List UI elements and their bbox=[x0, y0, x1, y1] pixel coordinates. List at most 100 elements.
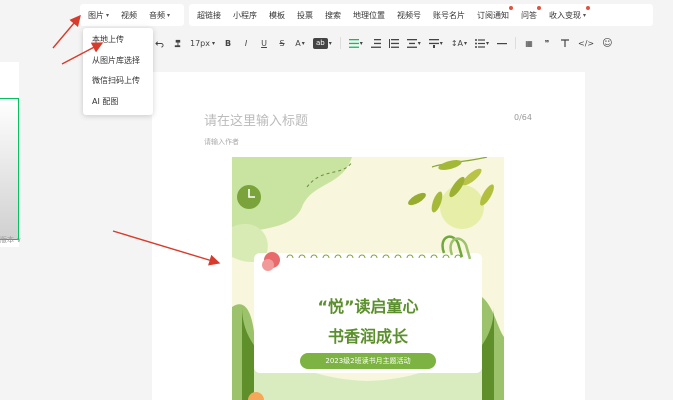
menu-image[interactable]: 图片 ▾ bbox=[82, 10, 115, 21]
background-color-icon: ab bbox=[313, 37, 328, 49]
menu-vote-label: 投票 bbox=[297, 10, 313, 20]
menu-location-label: 地理位置 bbox=[353, 10, 385, 20]
letter-spacing-button[interactable]: ▾ bbox=[427, 34, 445, 52]
chevron-down-icon: ▾ bbox=[583, 11, 587, 19]
background-color-button[interactable]: ab ▾ bbox=[311, 34, 334, 52]
dropdown-item-local-upload[interactable]: 本地上传 bbox=[92, 34, 124, 45]
divider-button[interactable] bbox=[495, 34, 509, 52]
menu-hyperlink-label: 超链接 bbox=[197, 10, 221, 20]
dropdown-item-ai-image[interactable]: AI 配图 bbox=[92, 96, 118, 107]
menu-template-label: 模板 bbox=[269, 10, 285, 20]
dropdown-item-image-library[interactable]: 从图片库选择 bbox=[92, 55, 140, 66]
menu-channels-label: 视频号 bbox=[397, 10, 421, 20]
menu-account-card-label: 账号名片 bbox=[433, 10, 465, 20]
chevron-down-icon: ▾ bbox=[417, 39, 421, 47]
chevron-down-icon: ▾ bbox=[301, 39, 305, 47]
left-article-panel bbox=[0, 62, 19, 247]
toolbar-divider bbox=[339, 37, 341, 49]
format-painter-icon bbox=[174, 39, 180, 47]
menu-hyperlink[interactable]: 超链接 bbox=[191, 10, 227, 21]
chevron-down-icon: ▾ bbox=[464, 39, 468, 47]
bulleted-list-icon bbox=[475, 38, 486, 48]
indent-button[interactable] bbox=[369, 34, 383, 52]
menu-qa[interactable]: 问答 bbox=[515, 5, 543, 21]
undo-icon bbox=[154, 40, 164, 48]
menu-template[interactable]: 模板 bbox=[263, 10, 291, 21]
font-color-button[interactable]: A ▾ bbox=[293, 34, 307, 52]
bold-button[interactable]: B bbox=[221, 34, 235, 52]
chevron-down-icon: ▾ bbox=[359, 39, 363, 47]
indent-icon bbox=[370, 38, 381, 48]
media-menu-group: 图片 ▾ 视频 音频 ▾ bbox=[80, 4, 184, 26]
menu-video-label: 视频 bbox=[121, 10, 138, 20]
article-thumbnail[interactable] bbox=[0, 98, 19, 240]
format-painter-button[interactable] bbox=[170, 34, 184, 52]
table-button[interactable]: ▦ bbox=[522, 34, 536, 52]
menu-video[interactable]: 视频 bbox=[115, 10, 143, 21]
menu-subscribe-notice[interactable]: 订阅通知 bbox=[471, 5, 515, 21]
line-spacing-icon: ↕A bbox=[450, 38, 463, 48]
version-label[interactable]: 版本 ∨ bbox=[0, 235, 21, 245]
formula-icon bbox=[561, 38, 570, 47]
horizontal-rule-icon bbox=[497, 42, 508, 44]
menu-vote[interactable]: 投票 bbox=[291, 10, 319, 21]
menu-location[interactable]: 地理位置 bbox=[347, 10, 391, 21]
line-height-icon bbox=[406, 38, 417, 48]
list-button[interactable]: ▾ bbox=[473, 34, 491, 52]
quote-button[interactable]: ❞ bbox=[540, 34, 554, 52]
dropdown-item-wechat-scan-upload[interactable]: 微信扫码上传 bbox=[92, 75, 140, 86]
menu-monetize[interactable]: 收入变现 ▾ bbox=[543, 5, 592, 21]
paragraph-spacing-icon bbox=[388, 38, 399, 48]
menu-search[interactable]: 搜索 bbox=[319, 10, 347, 21]
underline-icon: U bbox=[261, 38, 267, 48]
toolbar-divider bbox=[515, 37, 517, 49]
align-left-icon bbox=[348, 38, 359, 48]
menu-mini-program[interactable]: 小程序 bbox=[227, 10, 263, 21]
menu-search-label: 搜索 bbox=[325, 10, 341, 20]
new-dot-badge bbox=[509, 5, 513, 10]
format-toolbar: 17px ▾ B I U S A ▾ ab ▾ ▾ ▾ ▾ ↕A ▾ ▾ ▦ ❞ bbox=[152, 32, 632, 54]
emoji-button[interactable]: ☺ bbox=[600, 34, 614, 52]
menu-image-label: 图片 bbox=[88, 10, 104, 20]
strikethrough-button[interactable]: S bbox=[275, 34, 289, 52]
underline-button[interactable]: U bbox=[257, 34, 271, 52]
menu-qa-label: 问答 bbox=[521, 10, 537, 20]
image-dropdown-menu: 本地上传 从图片库选择 微信扫码上传 AI 配图 bbox=[83, 28, 153, 115]
menu-audio-label: 音频 bbox=[149, 10, 166, 20]
italic-button[interactable]: I bbox=[239, 34, 253, 52]
code-icon: </> bbox=[578, 38, 595, 48]
align-button[interactable]: ▾ bbox=[347, 34, 365, 52]
quote-icon: ❞ bbox=[544, 38, 550, 48]
bold-icon: B bbox=[224, 38, 232, 48]
font-size-value: 17px bbox=[190, 38, 210, 48]
title-input[interactable]: 请在这里输入标题 bbox=[204, 110, 308, 129]
text-direction-button[interactable]: ↕A ▾ bbox=[449, 34, 469, 52]
new-dot-badge bbox=[537, 5, 541, 10]
cover-poster-image[interactable]: “悦”读启童心 书香润成长 2023级2班读书月主题活动 bbox=[232, 157, 504, 400]
emoji-icon: ☺ bbox=[602, 37, 613, 49]
italic-icon: I bbox=[244, 38, 248, 48]
code-button[interactable]: </> bbox=[576, 34, 596, 52]
paragraph-spacing-button[interactable] bbox=[387, 34, 401, 52]
font-color-icon: A bbox=[295, 38, 301, 48]
chevron-down-icon: ▾ bbox=[328, 39, 332, 47]
strikethrough-icon: S bbox=[279, 38, 285, 48]
menu-subscribe-notice-label: 订阅通知 bbox=[477, 10, 509, 20]
menu-mini-program-label: 小程序 bbox=[233, 10, 257, 20]
title-char-count: 0/64 bbox=[514, 113, 532, 122]
undo-button[interactable] bbox=[152, 34, 166, 52]
author-input[interactable]: 请输入作者 bbox=[204, 137, 239, 147]
font-size-select[interactable]: 17px ▾ bbox=[188, 34, 217, 52]
chevron-down-icon: ▾ bbox=[486, 39, 490, 47]
chevron-down-icon: ▾ bbox=[167, 11, 171, 19]
poster-title-line2: 书香润成长 bbox=[327, 327, 408, 346]
menu-account-card[interactable]: 账号名片 bbox=[427, 10, 471, 21]
line-height-button[interactable]: ▾ bbox=[405, 34, 423, 52]
menu-audio[interactable]: 音频 ▾ bbox=[143, 10, 176, 21]
insert-menu-group: 超链接 小程序 模板 投票 搜索 地理位置 视频号 账号名片 订阅通知 问答 收… bbox=[189, 4, 653, 26]
chevron-down-icon: ▾ bbox=[212, 39, 216, 47]
formula-button[interactable] bbox=[558, 34, 572, 52]
menu-monetize-label: 收入变现 bbox=[549, 10, 581, 20]
table-icon: ▦ bbox=[525, 38, 533, 48]
menu-channels[interactable]: 视频号 bbox=[391, 10, 427, 21]
